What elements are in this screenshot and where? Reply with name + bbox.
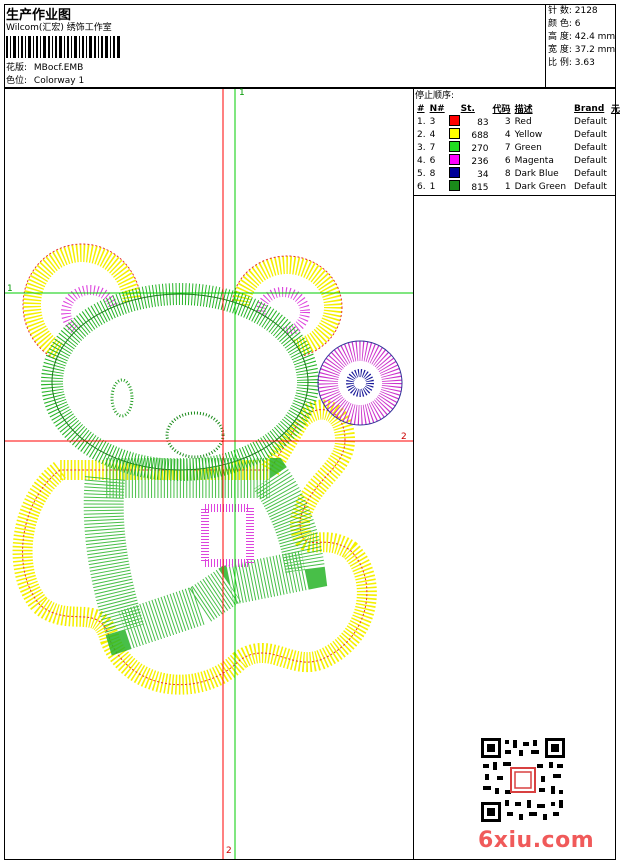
col-elem: 元素 (610, 105, 620, 115)
sequence-bottom-rule (413, 195, 616, 196)
color-swatch (448, 115, 460, 126)
col-brand: Brand (574, 103, 605, 114)
design-row: 花版: MBocf.EMB (6, 62, 83, 74)
col-st: St. (460, 103, 475, 114)
stat-scale: 比 例: 3.63 (548, 58, 595, 68)
row-code: 4 (504, 129, 511, 140)
row-desc: Red (514, 116, 532, 127)
page-title: 生产作业图 (6, 8, 72, 23)
col-n: N# (429, 103, 445, 114)
row-brand: Default (574, 116, 607, 127)
table-row: 1. 3 83 3 Red Default (415, 115, 620, 128)
table-row: 6. 1 815 1 Dark Green Default (415, 180, 620, 193)
sequence-title: 停止顺序: (415, 91, 455, 101)
body-divider (413, 88, 414, 860)
row-desc: Green (514, 142, 542, 153)
color-swatch (448, 141, 460, 152)
col-desc: 描述 (514, 105, 533, 115)
row-index: 4. (417, 155, 426, 166)
row-desc: Yellow (514, 129, 543, 140)
row-brand: Default (574, 181, 607, 192)
table-row: 2. 4 688 4 Yellow Default (415, 128, 620, 141)
stat-colors: 颜 色: 6 (548, 19, 581, 29)
row-index: 5. (417, 168, 426, 179)
barcode (6, 36, 120, 58)
row-stitches: 688 (447, 128, 491, 141)
colorway-row: 色位: Colorway 1 (6, 75, 84, 87)
col-code: 代码 (492, 105, 511, 115)
row-brand: Default (574, 168, 607, 179)
row-desc: Dark Blue (514, 168, 559, 179)
colorway-label: 色位: (6, 76, 28, 86)
row-brand: Default (574, 129, 607, 140)
qr-code (481, 738, 565, 822)
flower-motif (317, 340, 403, 426)
row-code: 3 (504, 116, 511, 127)
row-needle: 7 (429, 142, 436, 153)
bear-head (41, 283, 319, 481)
company-name: Wilcom(汇宏) 绣饰工作室 (6, 23, 112, 33)
sequence-table: # N# St. 代码 描述 Brand 元素 1. 3 83 3 Red De… (415, 102, 620, 194)
col-num: # (417, 103, 425, 114)
color-swatch (448, 167, 460, 178)
row-desc: Dark Green (514, 181, 567, 192)
table-row: 5. 8 34 8 Dark Blue Default (415, 167, 620, 180)
row-brand: Default (574, 155, 607, 166)
row-code: 7 (504, 142, 511, 153)
row-stitches: 83 (447, 115, 491, 128)
colorway-value: Colorway 1 (33, 76, 85, 86)
row-code: 8 (504, 168, 511, 179)
stat-width: 宽 度: 37.2 mm (548, 45, 616, 55)
axis-label-h2: 2 (401, 432, 407, 442)
row-stitches: 270 (447, 141, 491, 154)
stat-stitches: 针 数: 2128 (548, 6, 598, 16)
row-stitches: 34 (447, 167, 491, 180)
color-swatch (448, 154, 460, 165)
row-stitches: 815 (447, 180, 491, 193)
row-index: 6. (417, 181, 426, 192)
row-needle: 6 (429, 155, 436, 166)
table-row: 3. 7 270 7 Green Default (415, 141, 620, 154)
design-value: MBocf.EMB (33, 63, 84, 73)
row-needle: 4 (429, 129, 436, 140)
row-index: 1. (417, 116, 426, 127)
design-label: 花版: (6, 63, 28, 73)
row-brand: Default (574, 142, 607, 153)
axis-label-v2: 2 (226, 846, 232, 856)
stop-sequence-panel: 停止顺序: # N# St. 代码 描述 Brand 元素 1. 3 83 3 … (415, 90, 620, 193)
row-desc: Magenta (514, 155, 554, 166)
row-needle: 1 (429, 181, 436, 192)
row-code: 6 (504, 155, 511, 166)
row-needle: 3 (429, 116, 436, 127)
row-stitches: 236 (447, 154, 491, 167)
stats-block: 针 数: 2128 颜 色: 6 高 度: 42.4 mm 宽 度: 37.2 … (548, 5, 615, 70)
row-index: 3. (417, 142, 426, 153)
row-needle: 8 (429, 168, 436, 179)
bear-torso (83, 458, 328, 656)
color-swatch (448, 128, 460, 139)
color-swatch (448, 180, 460, 191)
header-divider (545, 4, 546, 88)
watermark-text: 6xiu.com (478, 828, 595, 853)
row-index: 2. (417, 129, 426, 140)
sequence-header-row: # N# St. 代码 描述 Brand 元素 (415, 102, 620, 116)
axis-label-h1: 1 (7, 284, 13, 294)
stat-height: 高 度: 42.4 mm (548, 32, 616, 42)
design-canvas (5, 89, 413, 859)
row-code: 1 (504, 181, 511, 192)
table-row: 4. 6 236 6 Magenta Default (415, 154, 620, 167)
axis-label-v1: 1 (239, 88, 245, 98)
